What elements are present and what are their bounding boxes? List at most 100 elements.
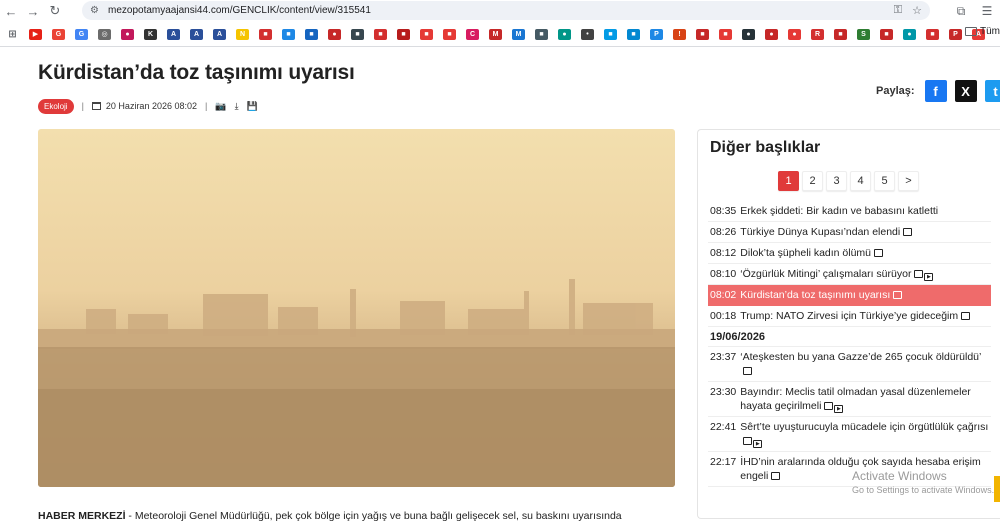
forward-icon[interactable]: →: [22, 0, 44, 22]
headline-text[interactable]: Sêrt’te uyuşturucuyla mücadele için örgü…: [740, 421, 988, 433]
divider: |: [205, 101, 208, 111]
headline-text-wrap: ‘Özgürlük Mitingi’ çalışmaları sürüyor ▶: [740, 267, 989, 281]
bookmark-favicon-icon[interactable]: A: [167, 28, 180, 40]
photo-icon: [914, 270, 924, 278]
bookmark-favicon-icon[interactable]: P: [650, 28, 663, 40]
bookmark-favicon-icon[interactable]: ●: [742, 28, 755, 40]
reload-icon[interactable]: ↻: [44, 0, 66, 22]
save-icon[interactable]: 💾: [247, 101, 258, 112]
bookmark-favicon-icon[interactable]: ◎: [98, 28, 111, 40]
edge-notification-tab[interactable]: [994, 476, 1000, 502]
headline-time: 22:17: [710, 456, 737, 468]
bookmark-favicon-icon[interactable]: A: [213, 28, 226, 40]
page-button-1[interactable]: 1: [778, 171, 799, 191]
headline-time: 08:35: [710, 205, 737, 217]
photo-icon: [961, 312, 971, 320]
bookmark-favicon-icon[interactable]: •: [581, 28, 594, 40]
bookmark-favicon-icon[interactable]: ●: [328, 28, 341, 40]
bookmark-favicon-icon[interactable]: ■: [282, 28, 295, 40]
all-bookmarks-folder[interactable]: Tüm: [965, 26, 1000, 37]
headline-item[interactable]: 08:02 Kürdistan’da toz taşınımı uyarısı: [708, 285, 991, 306]
lead-source: HABER MERKEZİ: [38, 510, 126, 522]
facebook-share-button[interactable]: f: [924, 80, 947, 102]
headline-text[interactable]: Kürdistan’da toz taşınımı uyarısı: [740, 289, 890, 301]
bookmark-favicon-icon[interactable]: ■: [604, 28, 617, 40]
bookmark-favicon-icon[interactable]: P: [949, 28, 962, 40]
bookmark-favicon-icon[interactable]: ■: [926, 28, 939, 40]
page-button-2[interactable]: 2: [802, 171, 823, 191]
bookmark-favicon-icon[interactable]: M: [489, 28, 502, 40]
bookmark-favicon-icon[interactable]: M: [512, 28, 525, 40]
page-button-4[interactable]: 4: [850, 171, 871, 191]
headline-time: 23:30: [710, 386, 737, 398]
share-bar: Paylaş: f X t: [876, 80, 1000, 102]
address-bar[interactable]: ⚙ mezopotamyaajansi44.com/GENCLIK/conten…: [82, 1, 930, 20]
headline-time: 08:12: [710, 247, 737, 259]
bookmark-star-icon[interactable]: ☆: [912, 4, 922, 17]
bookmark-favicon-icon[interactable]: ■: [535, 28, 548, 40]
bookmark-favicon-icon[interactable]: A: [190, 28, 203, 40]
camera-icon[interactable]: 📷: [215, 101, 226, 112]
headline-item[interactable]: 23:30 Bayındır: Meclis tatil olmadan yasa…: [708, 382, 991, 417]
headline-item[interactable]: 00:18 Trump: NATO Zirvesi için Türkiye’ye…: [708, 306, 991, 327]
bookmark-favicon-icon[interactable]: K: [144, 28, 157, 40]
bookmark-favicon-icon[interactable]: !: [673, 28, 686, 40]
back-icon[interactable]: ←: [0, 0, 22, 22]
site-info-icon[interactable]: ⚙: [90, 5, 104, 16]
headline-item[interactable]: 08:26 Türkiye Dünya Kupası’ndan elendi: [708, 222, 991, 243]
password-key-icon[interactable]: ⚿: [894, 4, 902, 17]
bookmark-favicon-icon[interactable]: C: [466, 28, 479, 40]
headline-text[interactable]: Trump: NATO Zirvesi için Türkiye’ye gide…: [740, 310, 958, 322]
bookmark-favicon-icon[interactable]: ▶: [29, 28, 42, 40]
headline-item[interactable]: 22:41 Sêrt’te uyuşturucuyla mücadele için…: [708, 417, 991, 452]
next-page-button[interactable]: >: [898, 171, 919, 191]
headline-time: 08:10: [710, 268, 737, 280]
bookmark-favicon-icon[interactable]: ■: [627, 28, 640, 40]
headline-item[interactable]: 08:35 Erkek şiddeti: Bir kadın ve babasın…: [708, 201, 991, 222]
headline-text[interactable]: Erkek şiddeti: Bir kadın ve babasını kat…: [740, 205, 938, 217]
bookmark-favicon-icon[interactable]: ●: [903, 28, 916, 40]
bookmark-favicon-icon[interactable]: ■: [696, 28, 709, 40]
bookmark-favicon-icon[interactable]: G: [75, 28, 88, 40]
bookmark-favicon-icon[interactable]: ●: [788, 28, 801, 40]
bookmark-favicon-icon[interactable]: ■: [834, 28, 847, 40]
bookmark-favicon-icon[interactable]: ●: [765, 28, 778, 40]
photo-icon: [743, 437, 753, 445]
menu-icon[interactable]: ☰: [974, 4, 1000, 18]
bookmark-favicon-icon[interactable]: ■: [374, 28, 387, 40]
bookmark-favicon-icon[interactable]: ■: [305, 28, 318, 40]
bookmark-favicon-icon[interactable]: N: [236, 28, 249, 40]
bookmark-favicon-icon[interactable]: ●: [558, 28, 571, 40]
headline-text[interactable]: ‘Ateşkesten bu yana Gazze’de 265 çocuk ö…: [740, 351, 981, 363]
photo-icon: [771, 472, 781, 480]
bookmark-favicon-icon[interactable]: ●: [121, 28, 134, 40]
bookmark-favicon-icon[interactable]: ■: [880, 28, 893, 40]
apps-grid-icon[interactable]: ⊞: [6, 29, 19, 40]
bookmark-favicon-icon[interactable]: ■: [719, 28, 732, 40]
headline-text-wrap: Türkiye Dünya Kupası’ndan elendi: [740, 225, 989, 239]
headline-item[interactable]: 08:12 Dilok’ta şüpheli kadın ölümü: [708, 243, 991, 264]
page-button-5[interactable]: 5: [874, 171, 895, 191]
download-icon[interactable]: ⤓: [235, 101, 239, 112]
headline-item[interactable]: 23:37 ‘Ateşkesten bu yana Gazze’de 265 ço…: [708, 347, 991, 382]
bookmark-favicon-icon[interactable]: ■: [259, 28, 272, 40]
twitter-share-button[interactable]: t: [984, 80, 1000, 102]
x-share-button[interactable]: X: [954, 80, 977, 102]
bookmark-favicon-icon[interactable]: R: [811, 28, 824, 40]
bookmark-favicon-icon[interactable]: ■: [351, 28, 364, 40]
photo-icon: [903, 228, 913, 236]
headline-text[interactable]: ‘Özgürlük Mitingi’ çalışmaları sürüyor: [740, 268, 911, 280]
bookmark-favicon-icon[interactable]: ■: [420, 28, 433, 40]
bookmark-favicon-icon[interactable]: G: [52, 28, 65, 40]
category-badge[interactable]: Ekoloji: [38, 98, 74, 114]
bookmark-favicon-icon[interactable]: ■: [397, 28, 410, 40]
headline-item[interactable]: 08:10 ‘Özgürlük Mitingi’ çalışmaları sürü…: [708, 264, 991, 285]
extensions-icon[interactable]: ⧉: [948, 4, 974, 19]
video-icon: ▶: [834, 405, 844, 413]
headline-text[interactable]: Türkiye Dünya Kupası’ndan elendi: [740, 226, 900, 238]
bookmark-favicon-icon[interactable]: S: [857, 28, 870, 40]
bookmark-favicon-icon[interactable]: ■: [443, 28, 456, 40]
headline-text[interactable]: Bayındır: Meclis tatil olmadan yasal düz…: [740, 386, 971, 412]
page-button-3[interactable]: 3: [826, 171, 847, 191]
headline-text[interactable]: Dilok’ta şüpheli kadın ölümü: [740, 247, 871, 259]
